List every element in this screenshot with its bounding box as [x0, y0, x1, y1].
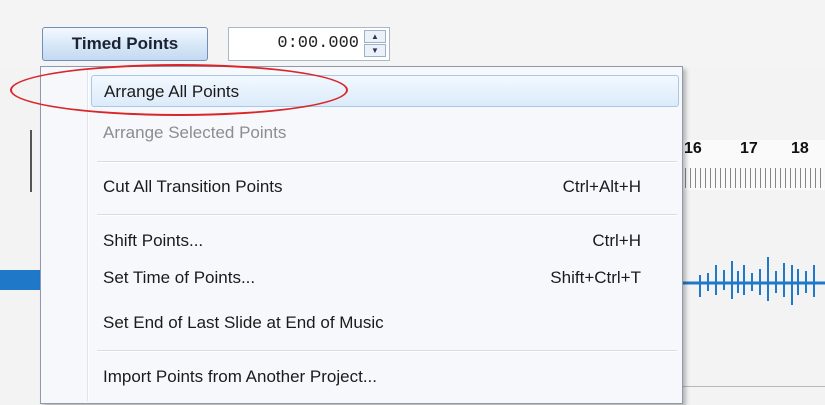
timeline-ruler[interactable]: 16 17 18 [680, 140, 825, 190]
annotation-ellipse [10, 64, 348, 116]
menu-item-set-end-of-last-slide[interactable]: Set End of Last Slide at End of Music [91, 307, 679, 339]
spin-up-icon[interactable]: ▲ [364, 30, 386, 43]
ruler-number: 17 [740, 140, 758, 157]
ruler-number: 16 [684, 140, 702, 157]
menu-separator [97, 161, 677, 163]
spin-down-icon[interactable]: ▼ [364, 44, 386, 57]
menu-item-label: Arrange Selected Points [103, 123, 287, 142]
ruler-ticks [680, 168, 825, 188]
time-spinner[interactable]: ▲ ▼ [364, 30, 386, 58]
menu-item-import-points[interactable]: Import Points from Another Project... [91, 361, 679, 393]
timed-points-menu: Arrange All Points Arrange Selected Poin… [40, 66, 683, 404]
menu-item-label: Cut All Transition Points [103, 177, 283, 196]
toolbar: Timed Points 0:00.000 ▲ ▼ [0, 0, 825, 66]
audio-waveform-left [0, 270, 40, 290]
time-value: 0:00.000 [277, 34, 359, 53]
menu-item-shortcut: Shift+Ctrl+T [550, 268, 641, 287]
menu-separator [97, 350, 677, 352]
menu-item-label: Set Time of Points... [103, 268, 256, 287]
audio-waveform[interactable] [680, 235, 825, 345]
menu-item-label: Import Points from Another Project... [103, 367, 378, 386]
menu-item-shift-points[interactable]: Shift Points... Ctrl+H [91, 225, 679, 257]
time-input[interactable]: 0:00.000 ▲ ▼ [228, 27, 390, 61]
timed-points-button[interactable]: Timed Points [42, 27, 208, 61]
timeline-marker [30, 130, 32, 192]
menu-item-set-time-of-points[interactable]: Set Time of Points... Shift+Ctrl+T [91, 262, 679, 294]
menu-item-label: Set End of Last Slide at End of Music [103, 313, 384, 332]
menu-item-cut-all-transition-points[interactable]: Cut All Transition Points Ctrl+Alt+H [91, 171, 679, 203]
menu-separator [97, 214, 677, 216]
menu-item-arrange-selected-points: Arrange Selected Points [91, 117, 679, 149]
menu-item-label: Shift Points... [103, 231, 204, 250]
ruler-number: 18 [791, 140, 809, 157]
menu-icon-gutter [87, 69, 89, 401]
menu-item-shortcut: Ctrl+H [592, 231, 641, 250]
menu-item-shortcut: Ctrl+Alt+H [562, 177, 641, 196]
